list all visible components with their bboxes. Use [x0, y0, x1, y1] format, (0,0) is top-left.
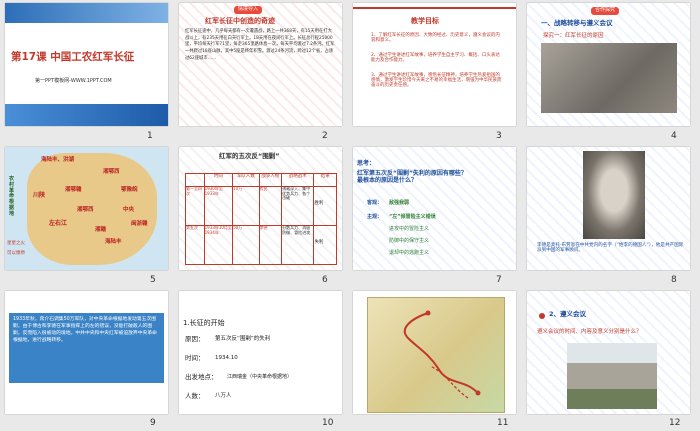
slide-heading: 一、战略转移与遵义会议	[541, 19, 613, 27]
slide-thumbnail-8[interactable]: 李德是奥托·布劳恩在中共党内的名字（“姓李的德国人”），他是共产国际派到中国的军…	[527, 147, 690, 270]
question-text: 遵义会议的时间、内容及意义分别是什么？	[537, 329, 642, 335]
map-label: 左右江	[49, 220, 68, 227]
map-label: 中央	[123, 207, 135, 213]
portrait-photo	[583, 151, 645, 239]
answer-subjective-label: 主观：	[367, 214, 383, 220]
table: 时间 军队人数 战争人物 战略战术 结果 第一至四次 1930年至1933年 1…	[185, 173, 337, 265]
goal-2: 2、通过学生讲述红军故事，培养学生自主学习、概括、口头表达能力及合作能力。	[371, 53, 500, 64]
slide-number: 6	[322, 275, 328, 285]
slide-number: 5	[150, 275, 156, 285]
slide-thumbnail-9[interactable]: 1933年秋，蒋介石调集50万军队，对中央革命根据地发动第五次围剿，由于博古和李…	[5, 291, 168, 414]
slide-thumbnail-6[interactable]: 红军的五次反“围剿” 时间 军队人数 战争人物 战略战术 结果 第一至四次 19…	[179, 147, 342, 270]
slide-number: 1	[147, 131, 153, 141]
map-label: 海陆丰、洪湖	[41, 157, 75, 163]
slide-number: 12	[669, 418, 681, 428]
error-line: 退却中的逃跑主义	[389, 250, 430, 256]
bullet	[539, 313, 545, 319]
row-label: 人数：	[185, 392, 205, 400]
row-label: 时间：	[185, 354, 205, 362]
answer-subjective: “左”倾冒险主义错误	[389, 214, 436, 220]
slide-title: 第17课 中国工农红军长征	[11, 51, 135, 63]
goal-1: 1、了解红军长征的原因、大致的经过、历史意义，遵义会议的内容和意义。	[371, 33, 500, 44]
photo-caption: 李德是奥托·布劳恩在中共党内的名字（“姓李的德国人”），他是共产国际派到中国的军…	[537, 243, 684, 254]
long-march-map	[367, 297, 505, 413]
slide-thumbnail-5[interactable]: 海陆丰、洪湖 川陕 湘鄂西 湘鄂赣 鄂豫皖 湘鄂西 中央 闽浙赣 湘赣 左右江 …	[5, 147, 168, 270]
map-label: 海陆丰	[105, 239, 122, 245]
slide-number: 9	[150, 418, 156, 428]
legend-1: 星星之火	[7, 241, 25, 246]
body-text: 1933年秋，蒋介石调集50万军队，对中央革命根据地发动第五次围剿，由于博古和李…	[13, 317, 157, 343]
slide-thumbnail-12[interactable]: 2、遵义会议 遵义会议的时间、内容及意义分别是什么？	[527, 291, 690, 414]
slide-number: 4	[671, 131, 677, 141]
row-label: 出发地点：	[185, 373, 218, 381]
badge: 合作探究	[591, 7, 620, 15]
slide-number: 10	[322, 418, 334, 428]
slide-number: 3	[496, 131, 502, 141]
slide-heading: 红军长征中创造的奇迹	[205, 17, 275, 25]
row-value: 1934.10	[215, 355, 238, 361]
historical-photo	[541, 43, 677, 113]
side-text: 农村革命根据地	[9, 176, 15, 217]
slide-number: 11	[497, 418, 509, 428]
slide-number: 7	[496, 275, 502, 285]
badge: 情境导入	[234, 6, 263, 14]
building-photo	[567, 343, 657, 409]
slide-number: 2	[322, 131, 328, 141]
slide-number: 8	[671, 275, 677, 285]
row-value: 八万人	[215, 393, 232, 399]
goal-3: 3、通过学生讲述红军故事，感悟长征精神，培养学生热爱祖国的感情，激发学生珍惜今天…	[371, 73, 502, 89]
answer-objective-label: 客观：	[367, 200, 383, 206]
slide-heading: 红军的五次反“围剿”	[219, 152, 280, 160]
map-label: 川陕	[33, 192, 46, 199]
row-label: 原因：	[185, 335, 205, 343]
row-value: 第五次反“围剿”的失利	[215, 336, 271, 342]
error-line: 进攻中的冒险主义	[389, 226, 430, 232]
map-label: 鄂豫皖	[121, 187, 138, 193]
slide-footer: 第一PPT模板网-WWW.1PPT.COM	[35, 78, 112, 84]
map-label: 湘赣	[95, 227, 107, 233]
question-label: 思考：	[357, 160, 376, 167]
legend-2: 可以燎原	[7, 251, 25, 256]
slide-heading: 教学目标	[411, 17, 439, 25]
map-label: 湘鄂西	[77, 207, 94, 213]
slide-heading: 1.长征的开始	[183, 319, 225, 327]
slide-thumbnail-7[interactable]: 思考： 红军第五次反“围剿”失利的原因有哪些？最根本的原因是什么？ 客观： 敌强…	[353, 147, 516, 270]
slide-thumbnail-2[interactable]: 情境导入 红军长征中创造的奇迹 红军长征途中，几乎每天都有一次遭遇战，路上一共3…	[179, 3, 342, 126]
slide-thumbnail-10[interactable]: 1.长征的开始 原因： 第五次反“围剿”的失利 时间： 1934.10 出发地点…	[179, 291, 342, 414]
slide-thumbnail-4[interactable]: 合作探究 一、战略转移与遵义会议 探究一：红军长征的原因	[527, 3, 690, 126]
sub-heading: 探究一：红军长征的原因	[543, 33, 604, 39]
slide-thumbnail-3[interactable]: 教学目标 1、了解红军长征的原因、大致的经过、历史意义，遵义会议的内容和意义。 …	[353, 3, 516, 126]
map-label: 湘鄂赣	[65, 187, 82, 193]
slide-thumbnail-1[interactable]: 第17课 中国工农红军长征 第一PPT模板网-WWW.1PPT.COM	[5, 3, 168, 126]
answer-objective: 敌强我弱	[389, 200, 410, 206]
error-line: 防御中的保守主义	[389, 238, 430, 244]
row-value: 江西瑞金（中央革命根据地）	[227, 374, 293, 380]
map-label: 闽浙赣	[131, 221, 148, 227]
slide-thumbnail-11[interactable]	[353, 291, 516, 414]
body-text: 红军长征途中，几乎每天都有一次遭遇战，路上一共368天，有15天用在打大战斗上，…	[185, 29, 335, 61]
map-label: 湘鄂西	[103, 169, 120, 175]
question-text: 红军第五次反“围剿”失利的原因有哪些？最根本的原因是什么？	[357, 170, 467, 184]
slide-heading: 2、遵义会议	[549, 310, 587, 318]
